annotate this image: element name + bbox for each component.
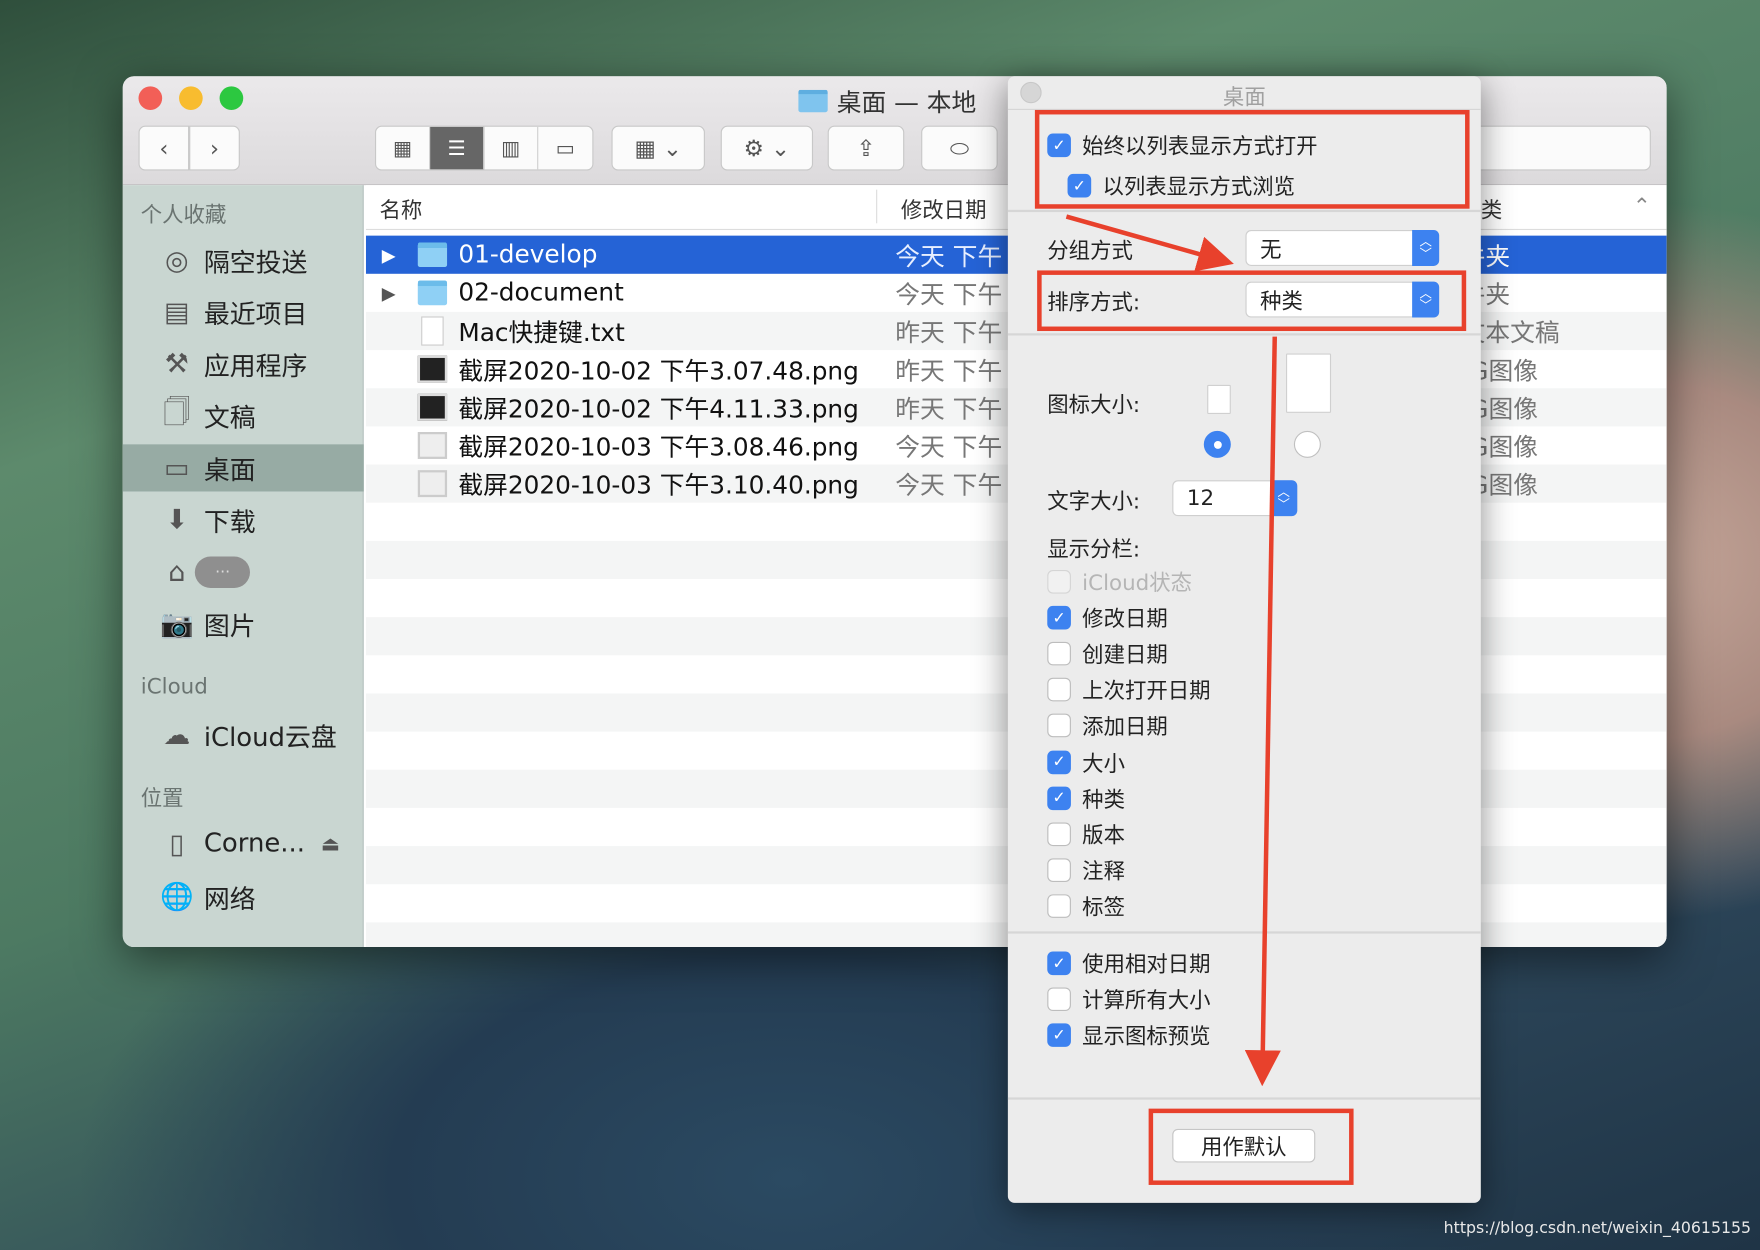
- annotation-box-default: [1148, 1108, 1354, 1185]
- watermark: https://blog.csdn.net/weixin_40615155: [1443, 1219, 1752, 1238]
- annotation-box-sort: [1037, 270, 1467, 332]
- annotation-arrow: [1244, 336, 1281, 1087]
- annotation-box-list-options: [1034, 109, 1470, 209]
- annotation-overlay: [1034, 109, 1470, 1185]
- annotation-arrow: [1065, 214, 1234, 272]
